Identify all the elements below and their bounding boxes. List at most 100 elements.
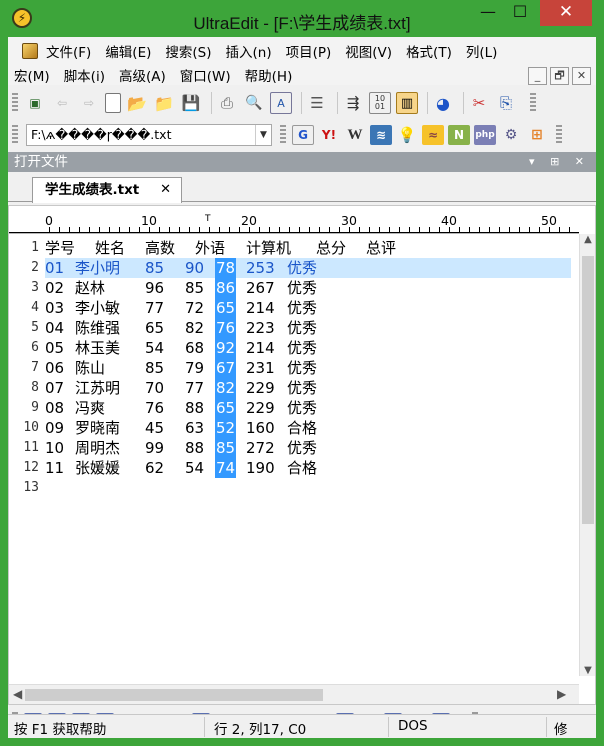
hex-mode-icon[interactable]: 10 01: [369, 92, 391, 114]
minimize-button[interactable]: —: [474, 0, 502, 26]
cut-icon[interactable]: ✂: [468, 92, 490, 114]
document-list-icon[interactable]: ☰: [306, 92, 328, 114]
text-line[interactable]: 10 周明杰 99 88 85 272 优秀: [45, 438, 571, 458]
wikipedia-search-icon[interactable]: W: [344, 125, 366, 145]
windows-search-icon[interactable]: ⊞: [526, 125, 548, 145]
text-line[interactable]: 07 江苏明 70 77 82 229 优秀: [45, 378, 571, 398]
print-preview-icon[interactable]: 🔍: [243, 92, 265, 114]
file-tab-active[interactable]: 学生成绩表.txt ✕: [32, 177, 182, 203]
menu-window[interactable]: 窗口(W): [180, 65, 231, 85]
file-path-combo[interactable]: F:\ѧ����ɼ���.txt ▼: [26, 124, 272, 146]
cell-name: 周明杰: [75, 439, 121, 457]
vertical-scrollbar[interactable]: ▲ ▼: [579, 234, 595, 676]
text-line[interactable]: 06 陈山 85 79 67 231 优秀: [45, 358, 571, 378]
toolbar-overflow-grip[interactable]: [556, 125, 562, 145]
cell-english: 68: [185, 339, 205, 357]
ruler-label: 20: [241, 213, 257, 228]
column-mode-icon[interactable]: ▥: [396, 92, 418, 114]
title-bar[interactable]: ⚡ UltraEdit - [F:\学生成绩表.txt] — ☐ ✕: [0, 0, 604, 37]
text-line[interactable]: 05 林玉美 54 68 92 214 优秀: [45, 338, 571, 358]
php-search-icon[interactable]: php: [474, 125, 496, 145]
menu-edit[interactable]: 编辑(E): [105, 41, 151, 61]
text-line[interactable]: 03 李小敏 77 72 65 214 优秀: [45, 298, 571, 318]
spell-check-icon[interactable]: A: [270, 92, 292, 114]
cell-computer: 67: [216, 359, 236, 377]
open-recent-icon[interactable]: 📁: [153, 92, 175, 114]
scroll-down-arrow-icon[interactable]: ▼: [580, 665, 596, 676]
menu-file[interactable]: 文件(F): [46, 41, 91, 61]
text-line[interactable]: 09 罗晓南 45 63 52 160 合格: [45, 418, 571, 438]
menu-view[interactable]: 视图(V): [345, 41, 392, 61]
current-text-line[interactable]: 01 李小明 85 90 78 253 优秀: [45, 258, 571, 278]
maximize-button[interactable]: ☐: [506, 0, 534, 26]
google-search-icon[interactable]: G: [292, 125, 314, 145]
cell-math: 62: [145, 459, 165, 477]
text-line[interactable]: 学号 姓名 高数 外语 计算机 总分 总评: [45, 238, 571, 258]
cell-grade: 优秀: [287, 299, 318, 317]
status-line-ending[interactable]: DOS: [398, 718, 428, 734]
menu-insert[interactable]: 插入(n): [226, 41, 272, 61]
cell-math: 85: [145, 359, 165, 377]
line-number: 13: [23, 480, 39, 495]
msdn-search-icon[interactable]: N: [448, 125, 470, 145]
cell-total: 214: [246, 339, 275, 357]
menu-script[interactable]: 脚本(i): [64, 65, 105, 85]
menu-macro[interactable]: 宏(M): [14, 65, 50, 85]
text-line[interactable]: 11 张媛媛 62 54 74 190 合格: [45, 458, 571, 478]
mdi-restore-button[interactable]: 🗗: [550, 67, 569, 85]
vertical-scroll-thumb[interactable]: [582, 256, 594, 524]
file-tab-label: 学生成绩表.txt: [45, 182, 140, 198]
scroll-right-arrow-icon[interactable]: ▶: [557, 687, 566, 701]
save-icon[interactable]: 💾: [180, 92, 202, 114]
cell-english: 88: [185, 439, 205, 457]
panel-controls[interactable]: ▾ ⊞ ✕: [529, 152, 590, 172]
menu-format[interactable]: 格式(T): [406, 41, 452, 61]
status-mode[interactable]: 修: [554, 718, 568, 738]
perl-search-icon[interactable]: ⚙: [500, 125, 522, 145]
file-manager-icon[interactable]: ▣: [24, 92, 46, 114]
menu-search[interactable]: 搜索(S): [165, 41, 211, 61]
menu-project[interactable]: 项目(P): [286, 41, 332, 61]
cell-total: 214: [246, 299, 275, 317]
cell-computer: 74: [216, 459, 236, 477]
cell-total: 总分: [316, 239, 347, 257]
close-button[interactable]: ✕: [540, 0, 592, 26]
scroll-left-arrow-icon[interactable]: ◀: [13, 687, 22, 701]
text-line[interactable]: 02 赵林 96 85 86 267 优秀: [45, 278, 571, 298]
browser-view-icon[interactable]: ◕: [432, 92, 454, 114]
toolbar-grip[interactable]: [280, 125, 286, 145]
open-folder-icon[interactable]: 📂: [126, 92, 148, 114]
toolbar-overflow-grip[interactable]: [530, 93, 536, 113]
cell-computer: 85: [216, 439, 236, 457]
text-line[interactable]: 04 陈维强 65 82 76 223 优秀: [45, 318, 571, 338]
chevron-down-icon[interactable]: ▼: [255, 125, 271, 145]
print-icon[interactable]: ⎙: [216, 92, 238, 114]
toolbar-grip[interactable]: [12, 125, 18, 145]
toolbar-grip[interactable]: [12, 93, 18, 113]
copy-icon[interactable]: ⎘: [495, 92, 517, 114]
cell-grade: 优秀: [287, 379, 318, 397]
word-wrap-icon[interactable]: ⇶: [342, 92, 364, 114]
tab-close-icon[interactable]: ✕: [160, 178, 171, 202]
document-icon[interactable]: [22, 43, 38, 59]
new-file-icon[interactable]: [105, 93, 121, 113]
menu-help[interactable]: 帮助(H): [245, 65, 293, 85]
mdi-close-button[interactable]: ✕: [572, 67, 591, 85]
open-files-panel-header[interactable]: 打开文件 ▾ ⊞ ✕: [8, 152, 596, 172]
ftp-search-icon[interactable]: ≈: [422, 125, 444, 145]
menu-column[interactable]: 列(L): [466, 41, 498, 61]
lightbulb-icon[interactable]: 💡: [396, 125, 418, 145]
cell-math: 76: [145, 399, 165, 417]
scroll-up-arrow-icon[interactable]: ▲: [580, 234, 596, 245]
text-line[interactable]: 08 冯爽 76 88 65 229 优秀: [45, 398, 571, 418]
horizontal-scroll-thumb[interactable]: [25, 689, 323, 701]
horizontal-scrollbar[interactable]: ◀ ▶: [9, 684, 579, 704]
back-arrow-icon[interactable]: ⇦: [51, 92, 73, 114]
text-editor[interactable]: 1 2 3 4 5 6 7 8 9 10 11 12 13 学号 姓名 高数 外语 计算机 总分 总评 01 李小明 85…: [9, 235, 579, 665]
menu-advanced[interactable]: 高级(A): [119, 65, 166, 85]
dictionary-search-icon[interactable]: ≋: [370, 125, 392, 145]
yahoo-search-icon[interactable]: Y!: [318, 125, 340, 145]
forward-arrow-icon[interactable]: ⇨: [78, 92, 100, 114]
text-line[interactable]: [45, 478, 571, 498]
mdi-minimize-button[interactable]: _: [528, 67, 547, 85]
